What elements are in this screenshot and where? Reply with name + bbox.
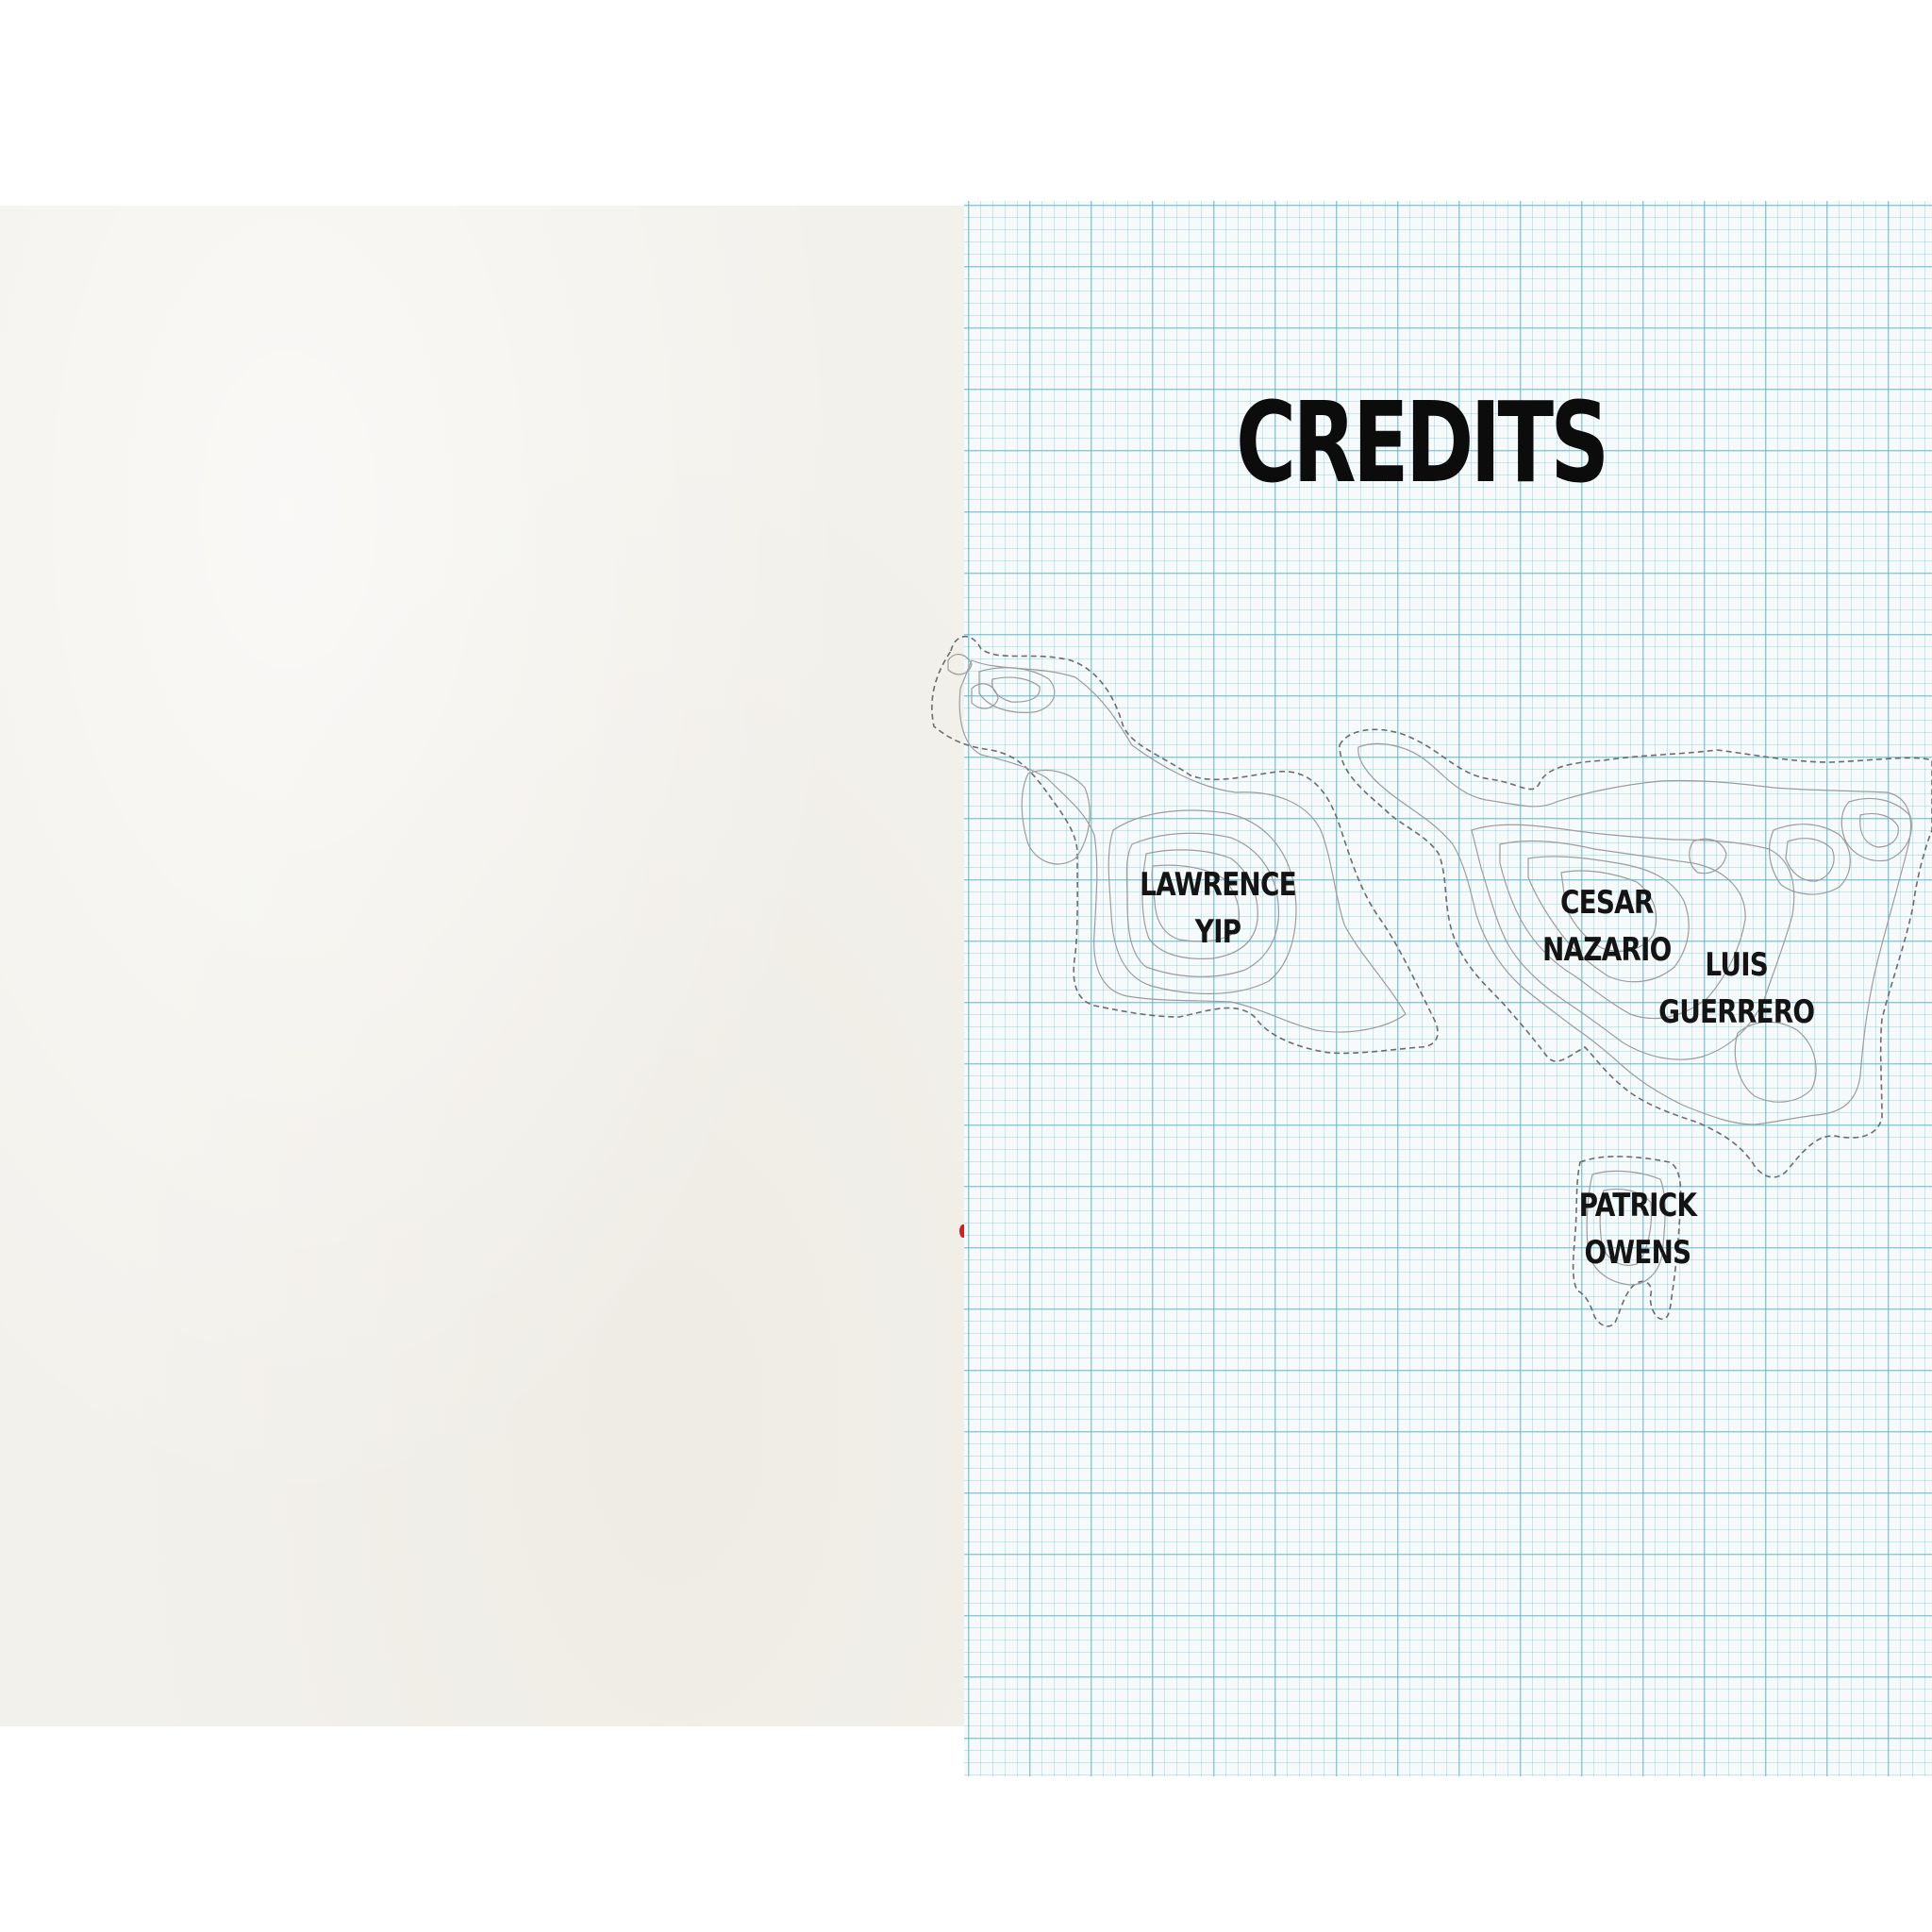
- page-title: CREDITS: [1236, 377, 1609, 508]
- credit-last-name: OWENS: [1584, 1234, 1691, 1272]
- credit-patrick-owens: PATRICK OWENS: [1566, 1182, 1697, 1276]
- credit-lawrence-yip: LAWRENCE YIP: [1123, 861, 1296, 956]
- credit-last-name: GUERRERO: [1658, 993, 1815, 1031]
- credit-first-name: PATRICK: [1578, 1187, 1697, 1224]
- credit-first-name: LAWRENCE: [1140, 866, 1296, 904]
- credit-first-name: CESAR: [1559, 884, 1654, 922]
- credit-last-name: YIP: [1194, 913, 1241, 951]
- credit-luis-guerrero: LUIS GUERRERO: [1641, 941, 1815, 1036]
- book-spread: CREDITS LAWRENCE YIP CESAR NAZARIO LUIS …: [0, 0, 1932, 1932]
- credit-first-name: LUIS: [1705, 946, 1769, 984]
- left-blank-page: [0, 206, 964, 1726]
